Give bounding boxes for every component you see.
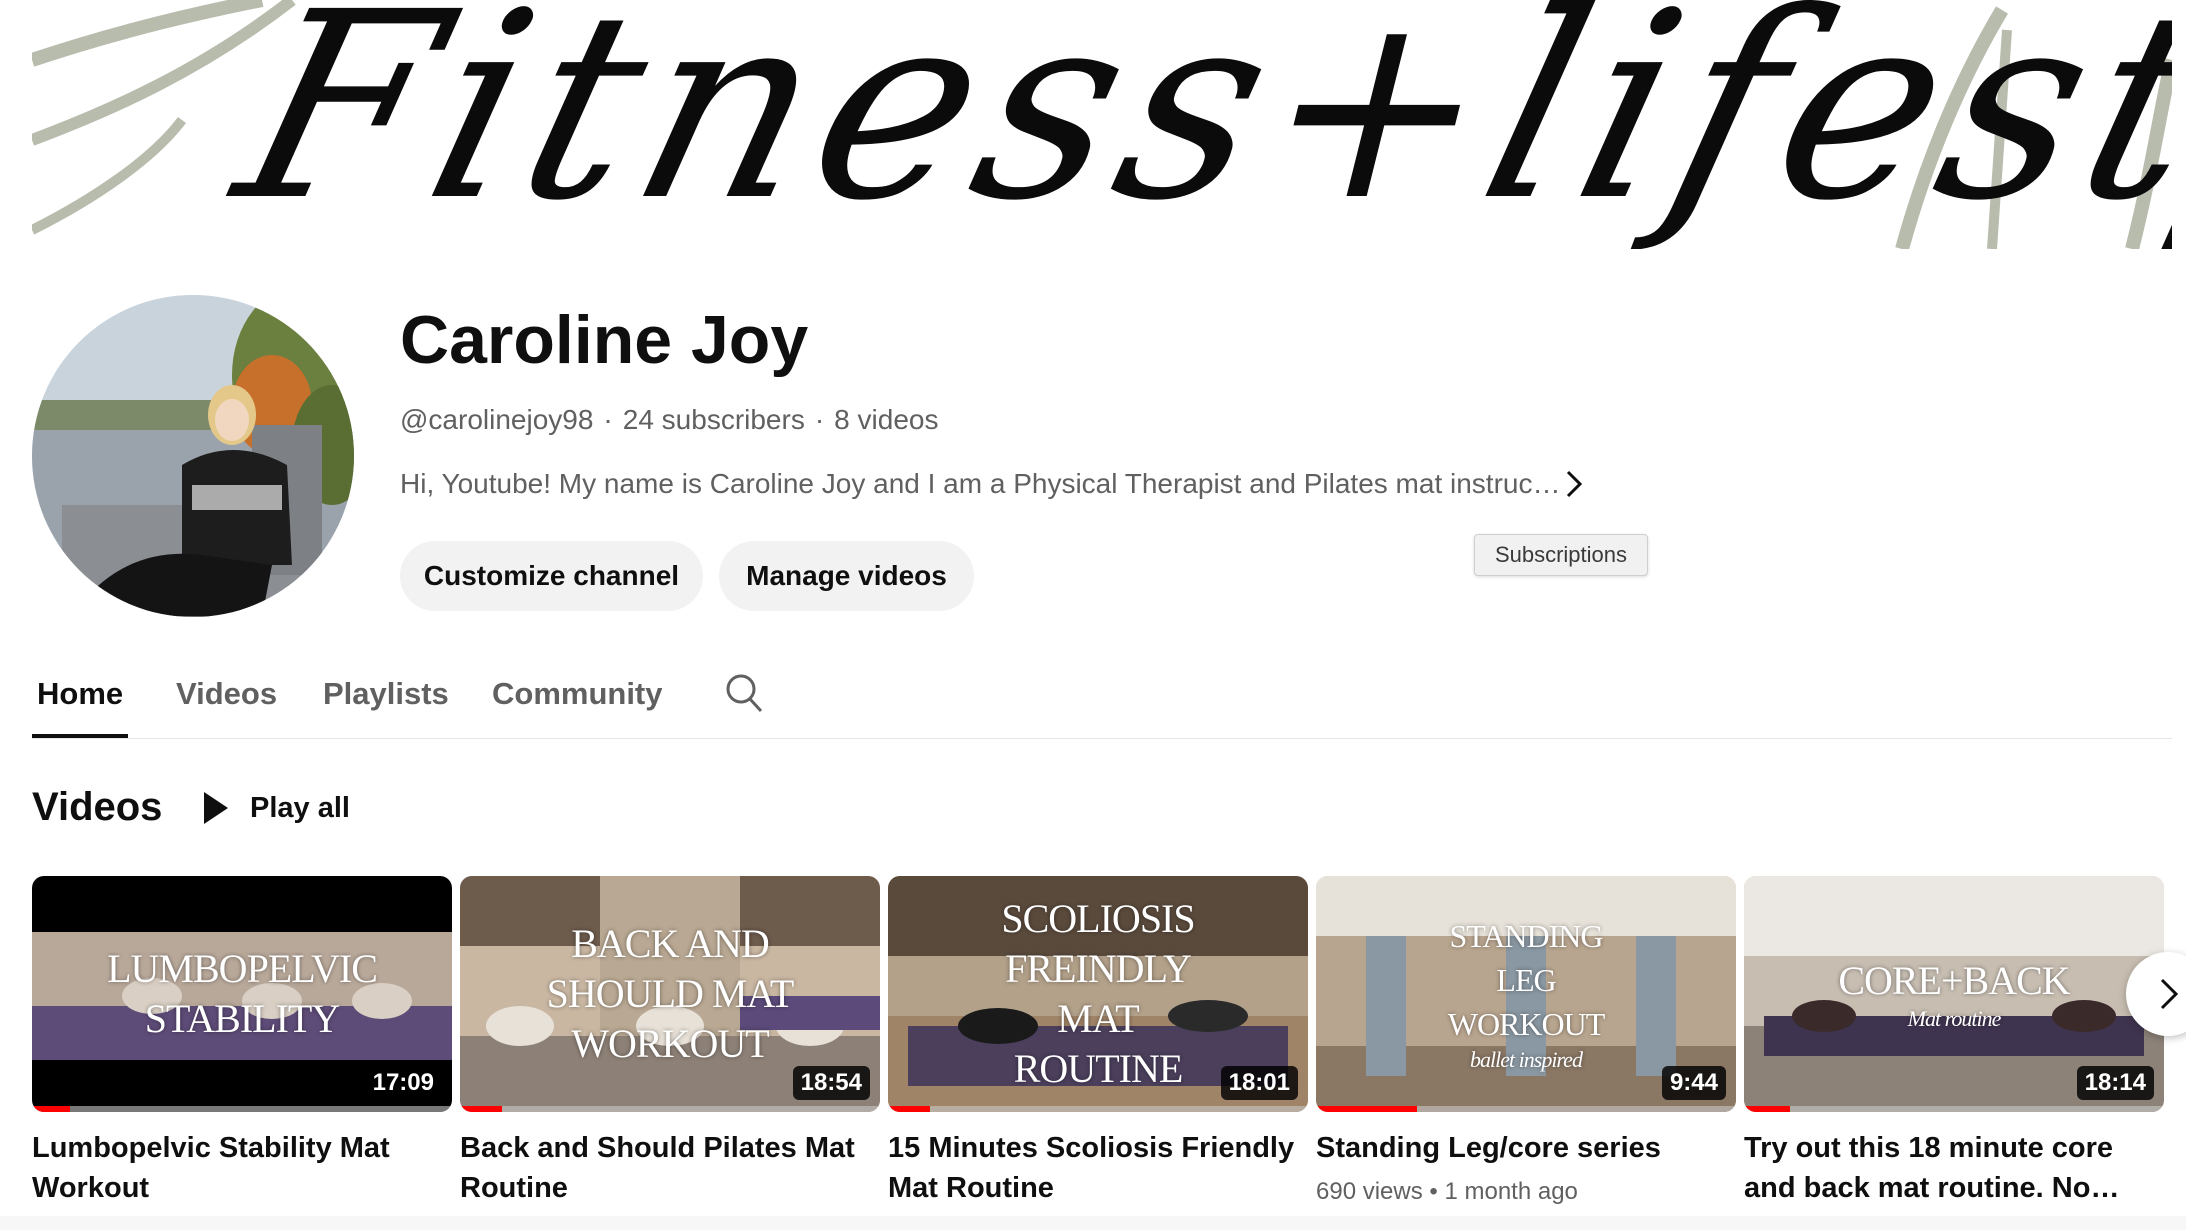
chevron-right-icon — [2160, 978, 2179, 1010]
banner-title: Fitness+lifestyle — [214, 0, 2172, 249]
video-thumbnail[interactable]: BACK AND SHOULD MAT WORKOUT 18:54 — [460, 876, 880, 1112]
tab-videos[interactable]: Videos — [176, 668, 277, 720]
duration-badge: 18:01 — [1220, 1066, 1298, 1100]
tab-community[interactable]: Community — [492, 668, 663, 720]
watch-progress-fill — [888, 1106, 930, 1112]
video-meta: 690 views • 1 month ago — [1316, 1178, 1578, 1205]
duration-badge: 9:44 — [1661, 1066, 1726, 1100]
video-thumbnail[interactable]: CORE+BACK Mat routine 18:14 — [1744, 876, 2164, 1112]
tab-playlists[interactable]: Playlists — [323, 668, 449, 720]
channel-avatar[interactable] — [32, 295, 354, 617]
video-title[interactable]: Back and Should Pilates Mat Routine — [460, 1128, 870, 1208]
video-card[interactable]: BACK AND SHOULD MAT WORKOUT 18:54 Back a… — [460, 876, 880, 1208]
watch-progress-fill — [1744, 1106, 1791, 1112]
watch-progress-fill — [1316, 1106, 1417, 1112]
thumbnail-line: LEG — [1496, 962, 1556, 998]
tabs-divider — [32, 738, 2172, 739]
thumbnail-line: FREINDLY — [1005, 946, 1192, 991]
subscriptions-tooltip: Subscriptions — [1474, 534, 1648, 576]
video-thumbnail[interactable]: STANDING LEG WORKOUT ballet inspired 9:4… — [1316, 876, 1736, 1112]
channel-banner: Fitness+lifestyle — [32, 0, 2172, 249]
video-card[interactable]: STANDING LEG WORKOUT ballet inspired 9:4… — [1316, 876, 1736, 1208]
watch-progress — [1744, 1106, 2164, 1112]
video-title[interactable]: Try out this 18 minute core and back mat… — [1744, 1128, 2154, 1208]
channel-meta: @carolinejoy98 · 24 subscribers · 8 videos — [400, 402, 938, 438]
video-thumbnail[interactable]: SCOLIOSIS FREINDLY MAT ROUTINE 18:01 — [888, 876, 1308, 1112]
channel-name: Caroline Joy — [400, 302, 809, 378]
thumbnail-line: WORKOUT — [1447, 1006, 1606, 1042]
tab-home[interactable]: Home — [37, 668, 123, 720]
video-count: 8 videos — [834, 404, 939, 435]
manage-videos-button[interactable]: Manage videos — [719, 541, 974, 611]
duration-badge: 17:09 — [364, 1066, 442, 1100]
watch-progress-fill — [32, 1106, 70, 1112]
thumbnail-line: STANDING — [1449, 918, 1604, 954]
thumbnail-line: CORE+BACK — [1838, 958, 2070, 1003]
thumbnail-line: ballet inspired — [1470, 1047, 1583, 1072]
video-title[interactable]: 15 Minutes Scoliosis Friendly Mat Routin… — [888, 1128, 1298, 1208]
chevron-right-icon[interactable] — [1562, 466, 1588, 502]
video-title[interactable]: Standing Leg/core series — [1316, 1128, 1726, 1168]
channel-description[interactable]: Hi, Youtube! My name is Caroline Joy and… — [400, 466, 1560, 502]
video-thumbnail[interactable]: LUMBOPELVIC STABILITY 17:09 — [32, 876, 452, 1112]
watch-progress — [460, 1106, 880, 1112]
watch-progress — [888, 1106, 1308, 1112]
search-icon[interactable] — [724, 672, 764, 714]
video-card[interactable]: CORE+BACK Mat routine 18:14 Try out this… — [1744, 876, 2164, 1208]
play-icon — [204, 792, 228, 824]
video-card[interactable]: SCOLIOSIS FREINDLY MAT ROUTINE 18:01 15 … — [888, 876, 1308, 1208]
thumbnail-line: SHOULD MAT — [546, 971, 795, 1016]
duration-badge: 18:14 — [2076, 1066, 2154, 1100]
play-all-label: Play all — [250, 792, 350, 824]
play-all-button[interactable]: Play all — [200, 786, 350, 830]
thumbnail-line: Mat routine — [1907, 1006, 2002, 1031]
video-title[interactable]: Lumbopelvic Stability Mat Workout — [32, 1128, 442, 1208]
thumbnail-line: MAT — [1057, 996, 1139, 1041]
thumbnail-line: STABILITY — [144, 996, 340, 1041]
thumbnail-line: SCOLIOSIS — [1001, 896, 1195, 941]
watch-progress — [32, 1106, 452, 1112]
subscriber-count: 24 subscribers — [622, 404, 805, 435]
section-title: Videos — [32, 785, 163, 829]
thumbnail-line: LUMBOPELVIC — [107, 946, 378, 991]
channel-handle: @carolinejoy98 — [400, 404, 594, 435]
customize-channel-button[interactable]: Customize channel — [400, 541, 703, 611]
meta-separator: · — [814, 404, 825, 435]
watch-progress — [1316, 1106, 1736, 1112]
page-bottom-strip — [0, 1216, 2186, 1230]
thumbnail-line: ROUTINE — [1013, 1046, 1184, 1091]
thumbnail-line: WORKOUT — [571, 1021, 769, 1066]
video-card[interactable]: LUMBOPELVIC STABILITY 17:09 Lumbopelvic … — [32, 876, 452, 1208]
watch-progress-fill — [460, 1106, 502, 1112]
meta-separator: · — [603, 404, 613, 435]
duration-badge: 18:54 — [792, 1066, 870, 1100]
thumbnail-line: BACK AND — [571, 921, 770, 966]
